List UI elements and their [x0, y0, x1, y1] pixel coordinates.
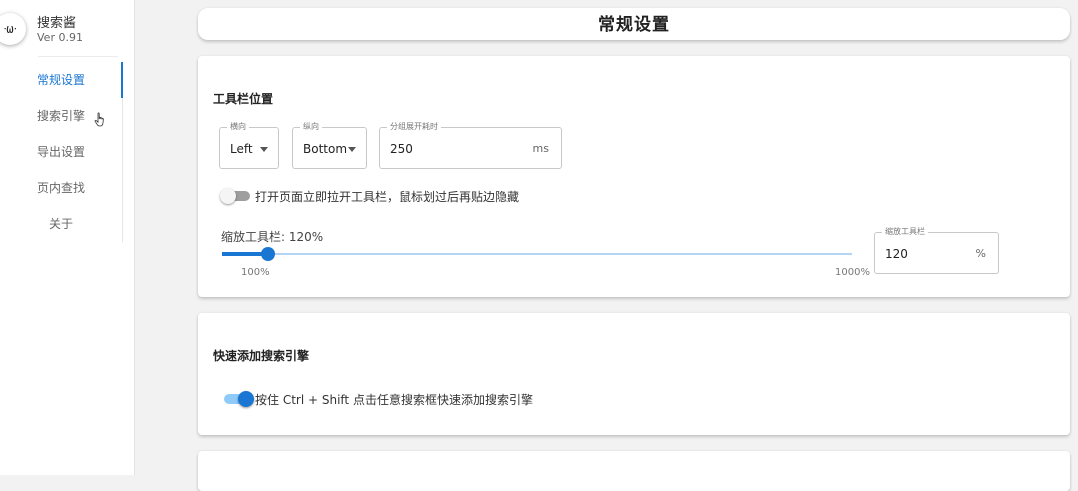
- field-legend: 缩放工具栏: [882, 226, 928, 238]
- sidebar: ᐧωᐧ 搜索酱 Ver 0.91 常规设置 搜索引擎 导出设置 页内查找 关于: [0, 0, 135, 475]
- sidebar-item-export[interactable]: 导出设置: [0, 134, 123, 170]
- scale-input-value: 120: [885, 247, 908, 261]
- slider-thumb[interactable]: [261, 247, 275, 261]
- vertical-select[interactable]: 纵向 Bottom: [292, 121, 367, 169]
- toolbar-position-card: 工具栏位置 横向 Left 纵向 Bottom 分组展开耗时 250 ms 打开…: [198, 56, 1070, 297]
- quick-add-label: 按住 Ctrl + Shift 点击任意搜索框快速添加搜索引擎: [255, 393, 533, 407]
- sidebar-nav: 常规设置 搜索引擎 导出设置 页内查找 关于: [0, 62, 123, 242]
- vertical-value: Bottom: [303, 142, 348, 156]
- slider-max-label: 1000%: [835, 267, 870, 278]
- unit-label: %: [975, 247, 986, 260]
- auto-open-toggle[interactable]: [220, 187, 254, 205]
- auto-open-label: 打开页面立即拉开工具栏，鼠标划过后再贴边隐藏: [255, 190, 520, 204]
- next-section-card: [198, 451, 1070, 491]
- sidebar-item-general[interactable]: 常规设置: [0, 62, 123, 98]
- chevron-down-icon: [348, 147, 356, 152]
- group-delay-value: 250: [390, 142, 413, 156]
- scale-input[interactable]: 缩放工具栏 120 %: [874, 226, 999, 274]
- hand-pointer-icon: [94, 112, 108, 132]
- slider-rail: [222, 253, 852, 255]
- horizontal-value: Left: [230, 142, 253, 156]
- page-header: 常规设置: [198, 8, 1070, 40]
- divider: [38, 56, 118, 57]
- app-name: 搜索酱: [37, 16, 77, 31]
- horizontal-select[interactable]: 横向 Left: [219, 121, 279, 169]
- toggle-thumb: [238, 391, 254, 407]
- sidebar-item-about[interactable]: 关于: [0, 206, 123, 242]
- scale-label: 缩放工具栏: 120%: [221, 230, 324, 244]
- scale-slider[interactable]: [222, 246, 852, 262]
- app-version: Ver 0.91: [37, 31, 83, 44]
- chevron-down-icon: [260, 147, 268, 152]
- field-legend: 横向: [227, 121, 249, 133]
- app-logo: ᐧωᐧ: [0, 13, 26, 45]
- sidebar-item-find-in-page[interactable]: 页内查找: [0, 170, 123, 206]
- section-title: 工具栏位置: [213, 92, 274, 106]
- group-delay-input[interactable]: 分组展开耗时 250 ms: [379, 121, 562, 169]
- slider-min-label: 100%: [241, 267, 270, 278]
- unit-label: ms: [532, 142, 549, 155]
- quick-add-toggle[interactable]: [220, 390, 254, 408]
- app-header: ᐧωᐧ 搜索酱 Ver 0.91: [0, 10, 135, 50]
- page-title: 常规设置: [598, 15, 670, 35]
- toggle-thumb: [220, 188, 236, 204]
- field-legend: 分组展开耗时: [387, 121, 441, 133]
- field-legend: 纵向: [300, 121, 322, 133]
- quick-add-card: 快速添加搜索引擎 按住 Ctrl + Shift 点击任意搜索框快速添加搜索引擎: [198, 313, 1070, 435]
- section-title: 快速添加搜索引擎: [213, 349, 310, 363]
